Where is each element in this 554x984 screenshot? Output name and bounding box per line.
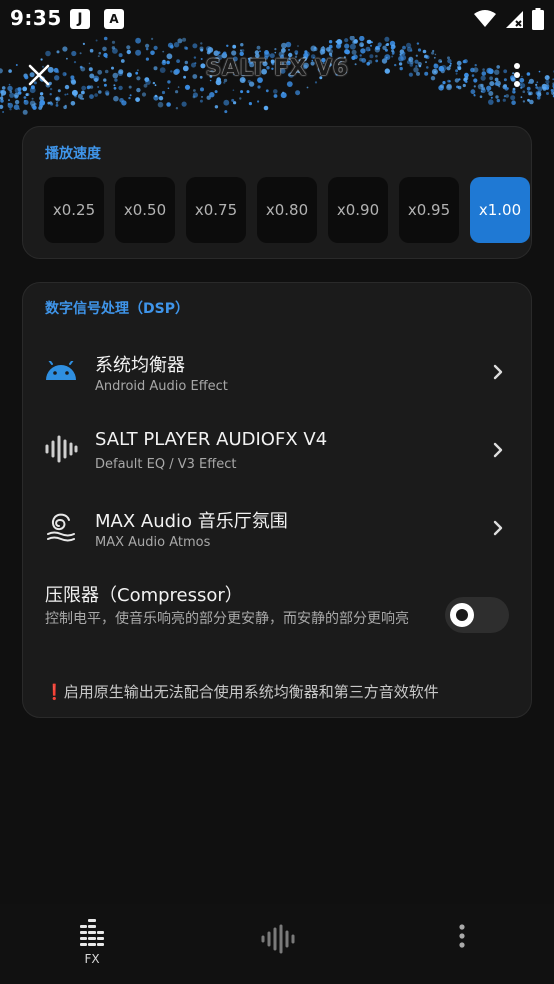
system-equalizer-subtitle: Android Audio Effect [95, 379, 228, 394]
waveform-icon [43, 433, 79, 465]
app-notification-icon: J [70, 9, 90, 29]
compressor-title: 压限器（Compressor） [45, 585, 243, 606]
nav-more[interactable] [432, 918, 492, 974]
speed-option-x0.90[interactable]: x0.90 [328, 177, 388, 243]
speed-option-x1.00-selected[interactable]: x1.00 [470, 177, 530, 243]
cellular-signal-icon [506, 11, 523, 28]
equalizer-bars-icon [80, 919, 104, 946]
status-time: 9:35 [10, 6, 62, 30]
warning-icon: ❗ [45, 683, 64, 701]
speed-option-x0.95[interactable]: x0.95 [399, 177, 459, 243]
max-audio-row[interactable]: MAX Audio 音乐厅氛围 MAX Audio Atmos [23, 493, 533, 563]
chevron-right-icon [493, 364, 503, 380]
overflow-menu-button[interactable] [502, 58, 532, 92]
header: SALT FX V6 [0, 36, 554, 126]
salt-audiofx-row[interactable]: SALT PLAYER AUDIOFX V4 Default EQ / V3 E… [23, 415, 533, 485]
atmos-swirl-icon [43, 511, 79, 543]
speed-option-x0.25[interactable]: x0.25 [44, 177, 104, 243]
waveform-icon [261, 924, 295, 954]
dsp-card: 数字信号处理（DSP） 系统均衡器 Android Audio Effect S… [22, 282, 532, 718]
warning-text: 启用原生输出无法配合使用系统均衡器和第三方音效软件 [63, 683, 439, 701]
speed-option-x0.80[interactable]: x0.80 [257, 177, 317, 243]
native-output-warning: ❗启用原生输出无法配合使用系统均衡器和第三方音效软件 [45, 681, 439, 702]
wifi-icon [474, 10, 496, 27]
compressor-toggle[interactable] [445, 597, 509, 633]
more-vertical-icon [514, 63, 520, 87]
max-audio-subtitle: MAX Audio Atmos [95, 535, 211, 550]
nav-fx-label: FX [84, 952, 100, 966]
status-bar: 9:35 J A [0, 0, 554, 36]
dsp-section-title: 数字信号处理（DSP） [45, 301, 189, 317]
playback-speed-title: 播放速度 [45, 146, 101, 162]
max-audio-title: MAX Audio 音乐厅氛围 [95, 511, 288, 532]
more-vertical-icon [459, 924, 465, 948]
android-icon [43, 355, 79, 387]
app-title: SALT FX V6 [205, 56, 349, 81]
system-equalizer-row[interactable]: 系统均衡器 Android Audio Effect [23, 337, 533, 407]
battery-icon [532, 8, 544, 30]
salt-audiofx-subtitle: Default EQ / V3 Effect [95, 457, 237, 472]
chevron-right-icon [493, 442, 503, 458]
speed-options: x0.25 x0.50 x0.75 x0.80 x0.90 x0.95 x1.0… [44, 177, 530, 243]
toggle-knob [450, 603, 474, 627]
particle-wave-graphic [0, 36, 554, 115]
chevron-right-icon [493, 520, 503, 536]
app-notification-icon: A [104, 9, 124, 29]
close-button[interactable] [22, 58, 56, 92]
nav-fx[interactable]: FX [62, 918, 122, 974]
system-equalizer-title: 系统均衡器 [95, 355, 185, 376]
close-icon [28, 64, 50, 86]
playback-speed-card: 播放速度 x0.25 x0.50 x0.75 x0.80 x0.90 x0.95… [22, 126, 532, 259]
speed-option-x0.75[interactable]: x0.75 [186, 177, 246, 243]
bottom-navigation: FX [0, 904, 554, 984]
nav-audio-waveform[interactable] [248, 918, 308, 974]
status-icons [474, 8, 544, 30]
compressor-description: 控制电平，使音乐响亮的部分更安静，而安静的部分更响亮 [45, 611, 409, 627]
speed-option-x0.50[interactable]: x0.50 [115, 177, 175, 243]
salt-audiofx-title: SALT PLAYER AUDIOFX V4 [95, 429, 328, 450]
